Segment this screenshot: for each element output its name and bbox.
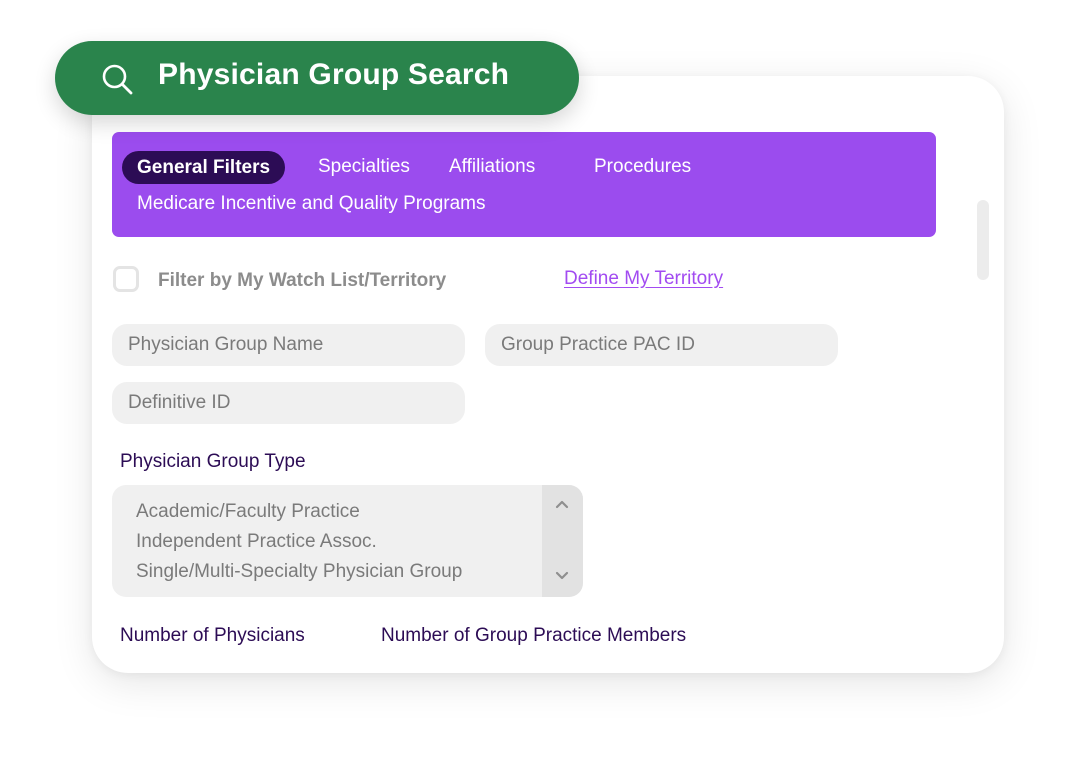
- page: Physician Group Search General Filters S…: [0, 0, 1080, 774]
- num-physicians-label: Number of Physicians: [120, 625, 305, 646]
- chevron-up-icon[interactable]: [555, 499, 569, 509]
- group-type-label: Physician Group Type: [120, 451, 306, 472]
- listbox-scrollbar[interactable]: [542, 485, 583, 597]
- watchlist-checkbox[interactable]: [113, 266, 139, 292]
- list-item[interactable]: Academic/Faculty Practice: [136, 501, 360, 523]
- filter-tabs: General Filters Specialties Affiliations…: [112, 132, 936, 237]
- panel-scrollbar[interactable]: [977, 200, 989, 280]
- search-icon: [102, 64, 133, 95]
- group-name-input[interactable]: [112, 324, 465, 366]
- tab-procedures[interactable]: Procedures: [594, 156, 691, 178]
- define-territory-link[interactable]: Define My Territory: [564, 268, 723, 290]
- search-header: Physician Group Search: [55, 41, 579, 115]
- tab-medicare-programs[interactable]: Medicare Incentive and Quality Programs: [137, 193, 486, 215]
- pac-id-input[interactable]: [485, 324, 838, 366]
- list-item[interactable]: Independent Practice Assoc.: [136, 531, 377, 553]
- tab-affiliations[interactable]: Affiliations: [449, 156, 535, 178]
- page-title: Physician Group Search: [158, 58, 510, 91]
- tab-general-filters[interactable]: General Filters: [122, 151, 286, 184]
- num-members-label: Number of Group Practice Members: [381, 625, 687, 646]
- chevron-down-icon[interactable]: [555, 571, 569, 581]
- tab-specialties[interactable]: Specialties: [318, 156, 410, 178]
- group-type-listbox[interactable]: Academic/Faculty Practice Independent Pr…: [112, 485, 583, 597]
- list-item[interactable]: Single/Multi-Specialty Physician Group: [136, 561, 462, 583]
- watchlist-label: Filter by My Watch List/Territory: [158, 270, 447, 291]
- definitive-id-input[interactable]: [112, 382, 465, 424]
